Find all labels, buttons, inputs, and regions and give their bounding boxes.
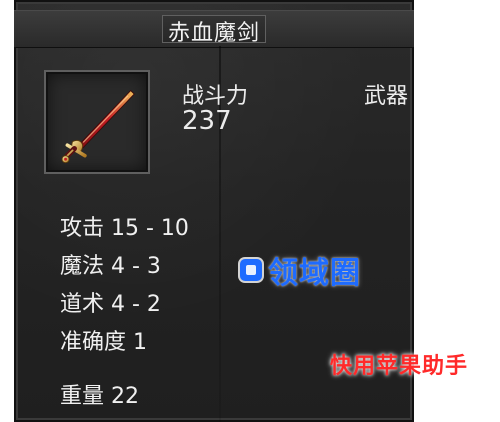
stat-taoism: 道术 4 - 2 [60,292,161,317]
brand-watermark: 领域圈 [240,248,361,292]
brand-logo-icon [240,259,262,281]
item-type-label: 武器 [364,84,409,109]
item-name: 赤血魔剑 [167,21,260,46]
stats-gap [60,362,250,378]
item-icon-slot [44,70,150,174]
stat-accuracy: 准确度 1 [60,330,147,355]
stat-attack: 攻击 15 - 10 [60,216,189,241]
stat-magic: 魔法 4 - 3 [60,254,161,279]
caption-watermark: 快用苹果助手 [330,354,469,379]
item-stats-list: 攻击 15 - 10 魔法 4 - 3 道术 4 - 2 准确度 1 重量 22 [60,210,250,416]
sword-icon [61,89,135,164]
stat-weight: 重量 22 [60,384,139,409]
combat-power-value: 237 [182,106,232,136]
brand-watermark-text: 领域圈 [268,256,361,291]
item-title-bar: 赤血魔剑 [14,10,414,48]
